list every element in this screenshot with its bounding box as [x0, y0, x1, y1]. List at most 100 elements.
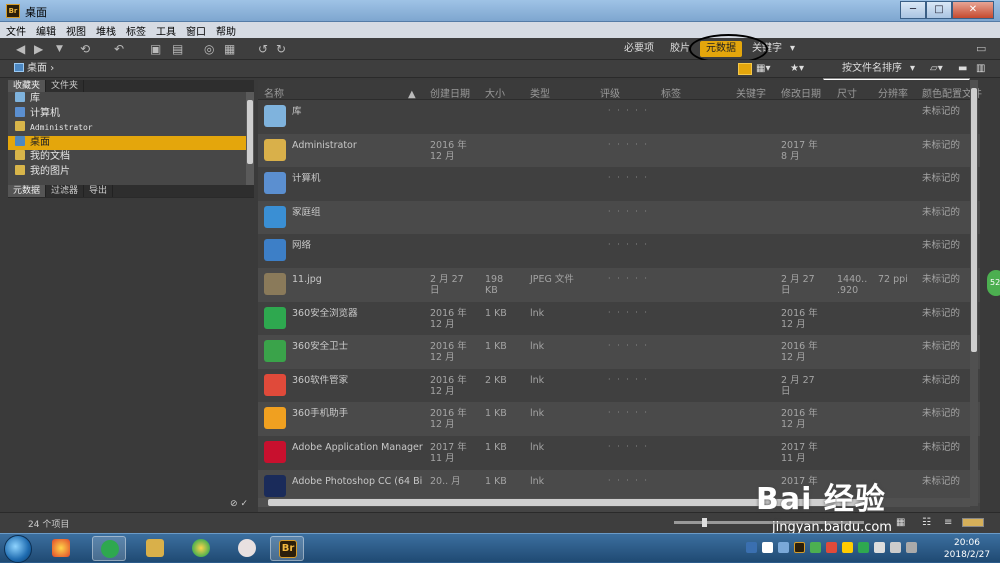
- menu-view[interactable]: 视图: [66, 23, 86, 38]
- menu-help[interactable]: 帮助: [216, 23, 236, 38]
- file-row[interactable]: 360软件管家 · · · · · 2016 年 12 月 2 KB lnk 2 月 27…: [258, 368, 980, 403]
- favorite-documents[interactable]: 我的文档: [8, 150, 254, 165]
- tray-volume-icon[interactable]: [890, 542, 901, 553]
- tray-monitor-icon[interactable]: [874, 542, 885, 553]
- taskbar-bridge[interactable]: Br: [270, 536, 304, 561]
- file-rating[interactable]: · · · · ·: [608, 308, 649, 317]
- tab-metadata[interactable]: 元数据: [8, 185, 47, 197]
- side-badge[interactable]: 52: [987, 270, 1000, 296]
- content-scrollbar[interactable]: [970, 80, 978, 506]
- sort-dropdown[interactable]: 按文件名排序: [842, 62, 902, 76]
- breadcrumb[interactable]: 桌面 ›: [14, 62, 54, 76]
- scroll-thumb[interactable]: [247, 100, 253, 164]
- forward-arrow-icon[interactable]: ▶: [34, 41, 43, 57]
- new-window-icon[interactable]: ▭: [976, 41, 986, 57]
- taskbar-browser[interactable]: [184, 536, 218, 561]
- tab-filter[interactable]: 过滤器: [46, 185, 85, 197]
- menu-edit[interactable]: 编辑: [36, 23, 56, 38]
- menu-file[interactable]: 文件: [6, 23, 26, 38]
- file-rating[interactable]: · · · · ·: [608, 140, 649, 149]
- clock[interactable]: 20:06 2018/2/27: [938, 537, 996, 561]
- col-name[interactable]: 名称: [264, 89, 284, 100]
- favorite-administrator[interactable]: Administrator: [8, 121, 254, 136]
- tray-yellow-icon[interactable]: [842, 542, 853, 553]
- menu-stack[interactable]: 堆栈: [96, 23, 116, 38]
- tray-help-icon[interactable]: [762, 542, 773, 553]
- slider-knob[interactable]: [702, 518, 707, 527]
- file-row[interactable]: 家庭组 · · · · · 未标记的: [258, 200, 980, 235]
- tab-favorites[interactable]: 收藏夹: [8, 80, 47, 92]
- col-created[interactable]: 创建日期: [430, 89, 470, 100]
- start-button[interactable]: [4, 535, 32, 563]
- menu-window[interactable]: 窗口: [186, 23, 206, 38]
- file-rating[interactable]: · · · · ·: [608, 341, 649, 350]
- taskbar-paint[interactable]: [230, 536, 264, 561]
- file-rating[interactable]: · · · · ·: [608, 240, 649, 249]
- title-bar[interactable]: Br 桌面 ─ □ ✕: [0, 0, 1000, 22]
- history-dropdown-icon[interactable]: ▼: [56, 41, 63, 57]
- scroll-thumb[interactable]: [971, 88, 977, 352]
- view-list-icon[interactable]: ≡: [944, 516, 952, 530]
- col-label[interactable]: 标签: [661, 89, 681, 100]
- tray-flag-icon[interactable]: [778, 542, 789, 553]
- favorite-computer[interactable]: 计算机: [8, 106, 254, 122]
- tab-export[interactable]: 导出: [84, 185, 114, 197]
- file-rating[interactable]: · · · · ·: [608, 442, 649, 451]
- output-icon[interactable]: ◎: [204, 41, 214, 57]
- file-row[interactable]: 11.jpg · · · · · 2 月 27 日 198 KB JPEG 文件 2 月 …: [258, 268, 980, 302]
- trash-icon[interactable]: ▥: [976, 62, 985, 76]
- workspace-essentials[interactable]: 必要项: [624, 41, 654, 57]
- tray-keyboard-icon[interactable]: [906, 542, 917, 553]
- favorite-pictures[interactable]: 我的图片: [8, 164, 254, 180]
- file-row[interactable]: 计算机 · · · · · 未标记的: [258, 167, 980, 201]
- menu-tools[interactable]: 工具: [156, 23, 176, 38]
- open-recent-icon[interactable]: ▦: [224, 41, 235, 57]
- file-row[interactable]: 库 · · · · · 未标记的: [258, 100, 980, 134]
- col-modified[interactable]: 修改日期: [781, 89, 821, 100]
- rating-filter-icon[interactable]: ★▾: [790, 62, 804, 76]
- taskbar-app-1[interactable]: [44, 536, 78, 561]
- grid-view-icon[interactable]: [738, 63, 752, 75]
- file-rating[interactable]: · · · · ·: [608, 408, 649, 417]
- tab-folders[interactable]: 文件夹: [46, 80, 85, 92]
- tray-network-icon[interactable]: [746, 542, 757, 553]
- col-keywords[interactable]: 关键字: [736, 89, 766, 100]
- col-type[interactable]: 类型: [530, 89, 550, 100]
- favorite-desktop[interactable]: 桌面: [8, 135, 254, 150]
- taskbar-app-2[interactable]: [92, 536, 126, 561]
- sort-arrow-icon[interactable]: ▾: [910, 62, 915, 76]
- rotate-icon[interactable]: ↶: [114, 41, 124, 57]
- new-folder-icon[interactable]: ▬: [958, 62, 967, 76]
- file-rating[interactable]: · · · · ·: [608, 476, 649, 485]
- open-folder-icon[interactable]: ▱▾: [930, 62, 943, 76]
- col-dimensions[interactable]: 尺寸: [837, 89, 857, 100]
- file-row[interactable]: 360安全浏览器 · · · · · 2016 年 12 月 1 KB lnk 2016 …: [258, 301, 980, 336]
- lock-thumbnail-icon[interactable]: [962, 518, 984, 527]
- tray-green-icon[interactable]: [858, 542, 869, 553]
- col-rating[interactable]: 评级: [600, 89, 620, 100]
- file-rating[interactable]: · · · · ·: [608, 207, 649, 216]
- rotate-left-icon[interactable]: ↺: [258, 41, 268, 57]
- col-resolution[interactable]: 分辨率: [878, 89, 908, 100]
- sort-ascending-icon[interactable]: ▲: [408, 89, 416, 100]
- close-button[interactable]: ✕: [952, 1, 994, 19]
- taskbar-explorer[interactable]: [138, 536, 172, 561]
- file-row[interactable]: 360手机助手 · · · · · 2016 年 12 月 1 KB lnk 2016 年…: [258, 402, 980, 436]
- tray-360-icon[interactable]: [810, 542, 821, 553]
- col-size[interactable]: 大小: [485, 89, 505, 100]
- favorites-scrollbar[interactable]: [246, 92, 254, 185]
- favorite-library[interactable]: 库: [8, 92, 254, 107]
- boomerang-icon[interactable]: ⟲: [80, 41, 90, 57]
- refine-icon[interactable]: ▤: [172, 41, 183, 57]
- file-row[interactable]: Administrator · · · · · 2016 年 12 月 2017 年 …: [258, 133, 980, 168]
- tray-red-icon[interactable]: [826, 542, 837, 553]
- menu-label[interactable]: 标签: [126, 23, 146, 38]
- minimize-button[interactable]: ─: [900, 1, 926, 19]
- list-view-icon[interactable]: ▦▾: [756, 62, 770, 76]
- file-row[interactable]: 网络 · · · · · 未标记的: [258, 234, 980, 268]
- maximize-button[interactable]: □: [926, 1, 952, 19]
- view-details-icon[interactable]: ☷: [922, 516, 931, 530]
- rotate-right-icon[interactable]: ↻: [276, 41, 286, 57]
- tray-bridge-icon[interactable]: [794, 542, 805, 553]
- view-grid-icon[interactable]: ▦: [896, 516, 905, 530]
